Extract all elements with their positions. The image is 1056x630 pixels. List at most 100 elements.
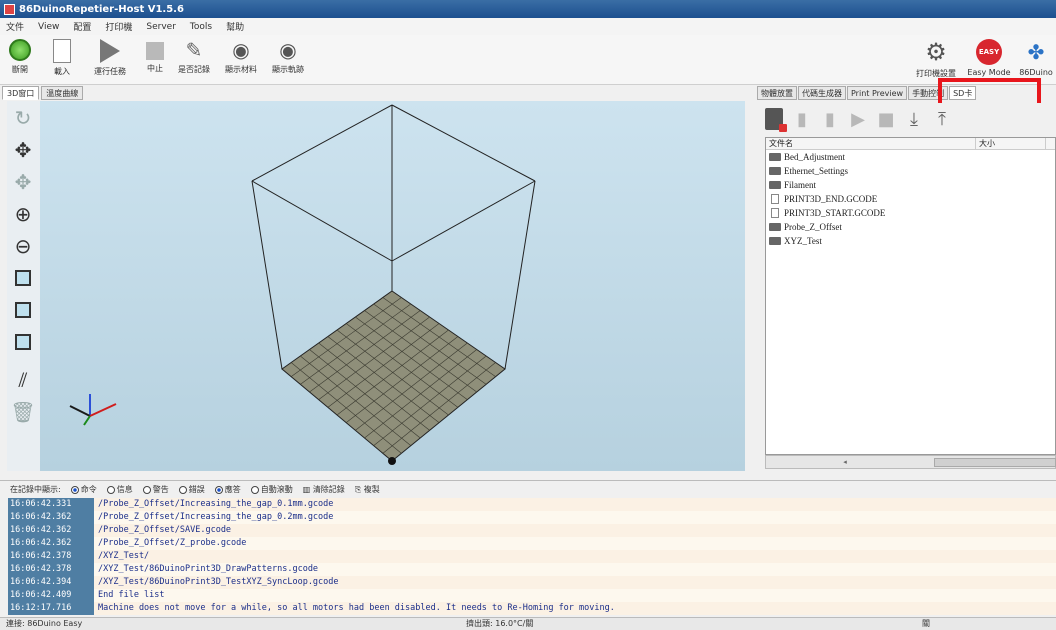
log-filter-option[interactable]: 信息 <box>106 484 133 495</box>
log-message: /Probe_Z_Offset/Z_probe.gcode <box>94 537 1056 550</box>
duino-button[interactable]: ✤ 86Duino <box>1016 39 1056 77</box>
menu-view[interactable]: View <box>38 22 59 32</box>
tab-object-placement[interactable]: 物體放置 <box>757 86 797 100</box>
tab-code-generator[interactable]: 代碼生成器 <box>798 86 846 100</box>
menu-tools[interactable]: Tools <box>190 22 212 32</box>
log-timestamp: 16:06:42.331 <box>8 498 94 511</box>
file-list-item[interactable]: PRINT3D_START.GCODE <box>766 206 1055 220</box>
sd-folder-icon[interactable]: ▮ <box>818 107 842 131</box>
menu-help[interactable]: 幫助 <box>226 20 244 33</box>
log-entry: 16:12:17.716 Machine does not move for a … <box>8 602 1056 615</box>
run-job-button[interactable]: 運行任務 <box>88 39 132 77</box>
log-message: /Probe_Z_Offset/Increasing_the_gap_0.1mm… <box>94 498 1056 511</box>
app-icon <box>4 3 15 15</box>
log-filter-option[interactable]: 應答 <box>214 484 241 495</box>
file-list-header: 文件名 大小 <box>766 138 1055 150</box>
folder-icon <box>769 237 781 245</box>
sd-stop-icon[interactable]: ■ <box>874 107 898 131</box>
log-options-label: 在記錄中顯示: <box>10 485 61 494</box>
radio-icon <box>70 485 79 494</box>
file-icon <box>771 208 779 218</box>
move-icon[interactable]: ✥ <box>10 137 36 163</box>
connect-button[interactable]: 斷開 <box>6 39 34 75</box>
menu-bar: 文件 View 配置 打印機 Server Tools 幫助 <box>0 18 1056 35</box>
tab-temperature-curve[interactable]: 溫度曲線 <box>41 86 84 100</box>
log-toggle-button[interactable]: ✎ 是否記錄 <box>172 39 216 75</box>
show-filament-button[interactable]: ◉ 顯示材料 <box>220 39 262 75</box>
menu-server[interactable]: Server <box>146 22 176 32</box>
log-message: Machine does not move for a while, so al… <box>94 602 1056 615</box>
front-view-icon[interactable] <box>10 297 36 323</box>
file-list-item[interactable]: XYZ_Test <box>766 234 1055 248</box>
sd-card-icon[interactable] <box>762 107 787 132</box>
tab-sd-card[interactable]: SD卡 <box>949 86 977 100</box>
log-message: /XYZ_Test/86DuinoPrint3D_DrawPatterns.gc… <box>94 563 1056 576</box>
tab-3d-view[interactable]: 3D窗口 <box>2 86 40 100</box>
log-panel[interactable]: 16:06:42.331/Probe_Z_Offset/Increasing_t… <box>8 498 1056 615</box>
upload-icon[interactable]: ⤒ <box>930 107 954 131</box>
log-filter-option[interactable]: 錯誤 <box>178 484 205 495</box>
zoom-in-icon[interactable]: ⊕ <box>10 201 36 227</box>
show-path-button[interactable]: ◉ 顯示軌跡 <box>266 39 310 75</box>
log-message: /XYZ_Test/86DuinoPrint3D_TestXYZ_SyncLoo… <box>94 576 1056 589</box>
log-entry: 16:06:42.362/Probe_Z_Offset/SAVE.gcode <box>8 524 1056 537</box>
window-title: 86DuinoRepetier-Host V1.5.6 <box>19 3 184 15</box>
file-list-item[interactable]: PRINT3D_END.GCODE <box>766 192 1055 206</box>
radio-icon <box>106 485 115 494</box>
pencil-icon: ✎ <box>185 38 203 62</box>
log-entry: 16:06:42.362/Probe_Z_Offset/Z_probe.gcod… <box>8 537 1056 550</box>
network-icon: ✤ <box>1027 40 1045 64</box>
log-message: /Probe_Z_Offset/SAVE.gcode <box>94 524 1056 537</box>
log-filter-option[interactable]: 命令 <box>70 484 97 495</box>
zoom-out-icon[interactable]: ⊖ <box>10 233 36 259</box>
log-timestamp: 16:06:42.362 <box>8 537 94 550</box>
axis-gizmo <box>69 394 117 426</box>
file-list-item[interactable]: Filament <box>766 178 1055 192</box>
folder-icon <box>769 223 781 231</box>
menu-file[interactable]: 文件 <box>6 20 24 33</box>
file-list-scrollbar[interactable]: ◂ <box>765 455 1056 469</box>
tab-manual-control[interactable]: 手動控制 <box>908 86 949 100</box>
radio-icon <box>214 485 223 494</box>
stop-button[interactable]: 中止 <box>140 39 170 74</box>
scroll-thumb[interactable] <box>934 458 1056 467</box>
menu-printer[interactable]: 打印機 <box>105 20 132 33</box>
log-message: End file list <box>94 589 1056 602</box>
file-name: XYZ_Test <box>784 236 822 246</box>
tab-print-preview[interactable]: Print Preview <box>847 86 908 100</box>
load-button[interactable]: 載入 <box>48 39 76 77</box>
column-size[interactable]: 大小 <box>976 138 1046 149</box>
main-toolbar: 斷開 載入 運行任務 中止 ✎ 是否記錄 ◉ 顯示材料 ◉ 顯示軌跡 ⚙ 打印機… <box>0 35 1056 85</box>
parallel-lines-icon[interactable]: ⫽ <box>10 367 36 393</box>
log-filter-option[interactable]: 自動滾動 <box>250 484 293 495</box>
status-bar: 連接: 86Duino Easy 擠出頭: 16.0°C/關 關 <box>0 617 1056 630</box>
easy-icon: EASY <box>976 39 1002 65</box>
eye-icon: ◉ <box>279 38 297 62</box>
3d-viewport[interactable] <box>40 101 745 471</box>
iso-view-icon[interactable] <box>10 265 36 291</box>
file-list-item[interactable]: Bed_Adjustment <box>766 150 1055 164</box>
sd-play-icon[interactable]: ▶ <box>846 107 870 131</box>
gear-icon: ⚙ <box>925 38 947 66</box>
print-volume-svg <box>69 104 536 465</box>
menu-config[interactable]: 配置 <box>73 20 91 33</box>
file-list-item[interactable]: Probe_Z_Offset <box>766 220 1055 234</box>
printer-settings-button[interactable]: ⚙ 打印機設置 <box>912 39 960 79</box>
scroll-left-icon[interactable]: ◂ <box>840 458 850 467</box>
stop-icon <box>146 42 164 60</box>
right-panel-tabs: 物體放置 代碼生成器 Print Preview 手動控制 SD卡 <box>757 86 1056 100</box>
easy-mode-button[interactable]: EASY Easy Mode <box>966 39 1012 77</box>
column-filename[interactable]: 文件名 <box>766 138 976 149</box>
sd-mount-icon[interactable]: ▮ <box>790 107 814 131</box>
download-icon[interactable]: ⤓ <box>902 107 926 131</box>
clear-log-button[interactable]: ▥ 清除記錄 <box>303 484 345 495</box>
file-name: Bed_Adjustment <box>784 152 845 162</box>
rotate-icon[interactable]: ↻ <box>10 105 36 131</box>
copy-log-button[interactable]: ⎘ 複製 <box>355 484 380 495</box>
move-object-icon[interactable]: ✥ <box>10 169 36 195</box>
log-filter-option[interactable]: 警告 <box>142 484 169 495</box>
trash-icon[interactable]: 🗑 <box>10 399 36 425</box>
log-message: /XYZ_Test/ <box>94 550 1056 563</box>
file-list-item[interactable]: Ethernet_Settings <box>766 164 1055 178</box>
top-view-icon[interactable] <box>10 329 36 355</box>
